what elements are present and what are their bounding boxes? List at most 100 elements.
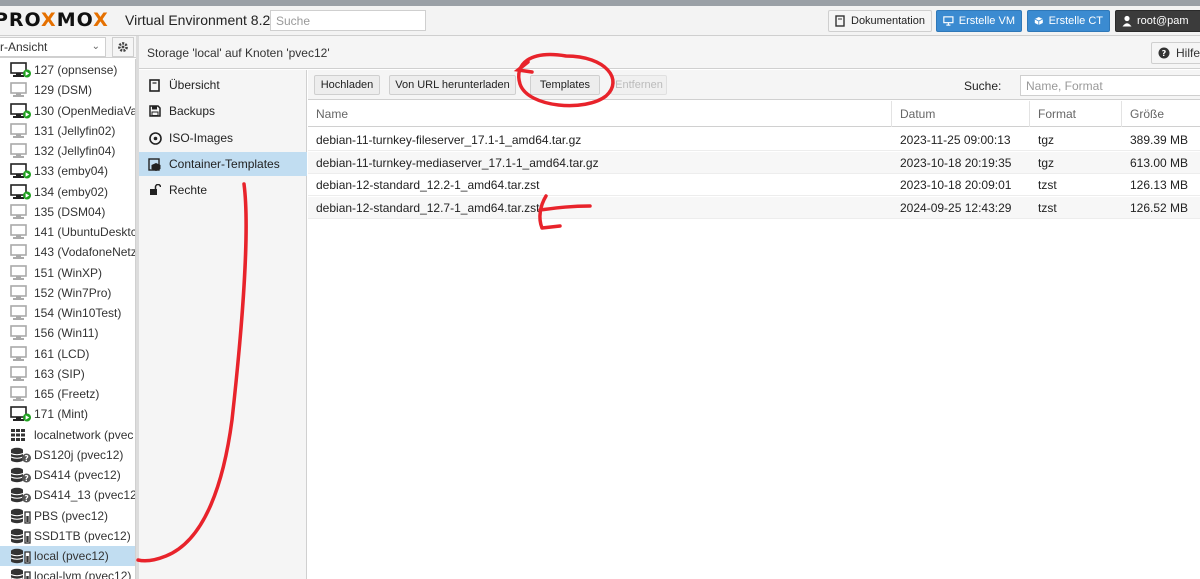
tree-item-131-jellyfin02[interactable]: 131 (Jellyfin02) bbox=[0, 121, 135, 141]
subnav-item-label: ISO-Images bbox=[169, 131, 234, 145]
tree-item-161-lcd[interactable]: 161 (LCD) bbox=[0, 344, 135, 364]
storage-icon bbox=[10, 568, 32, 579]
tree-item-165-freetz[interactable]: 165 (Freetz) bbox=[0, 384, 135, 404]
subnav-item-container-templates[interactable]: Container-Templates bbox=[139, 152, 307, 176]
vm-stopped-icon bbox=[10, 325, 32, 341]
download-from-url-button[interactable]: Von URL herunterladen bbox=[389, 75, 516, 95]
template-search-input[interactable] bbox=[1020, 75, 1200, 96]
tree-item-143-vodafonenetz[interactable]: 143 (VodafoneNetz bbox=[0, 242, 135, 262]
tree-item-label: 133 (emby04) bbox=[34, 164, 109, 179]
subnav-item-label: Backups bbox=[169, 104, 216, 118]
tree-item-ds414-pvec12[interactable]: ? DS414 (pvec12) bbox=[0, 465, 135, 485]
tree-item-135-dsm04[interactable]: 135 (DSM04) bbox=[0, 202, 135, 222]
cell-format: tgz bbox=[1038, 133, 1055, 147]
column-header-size[interactable]: Größe bbox=[1122, 101, 1200, 127]
tree-item-163-sip[interactable]: 163 (SIP) bbox=[0, 364, 135, 384]
subnav-item-rechte[interactable]: Rechte bbox=[139, 178, 307, 202]
floppy-icon bbox=[148, 104, 162, 118]
tree-item-141-ubuntudesktc[interactable]: 141 (UbuntuDesktc bbox=[0, 222, 135, 242]
chevron-down-icon: ⌄ bbox=[91, 41, 100, 52]
cube-icon bbox=[1034, 17, 1043, 25]
tree-item-127-opnsense[interactable]: 127 (opnsense) bbox=[0, 60, 135, 80]
tree-item-ds120j-pvec12[interactable]: ? DS120j (pvec12) bbox=[0, 445, 135, 465]
tree-item-ds414-13-pvec12[interactable]: ? DS414_13 (pvec12) bbox=[0, 485, 135, 505]
table-row[interactable]: debian-11-turnkey-mediaserver_17.1-1_amd… bbox=[308, 151, 1200, 174]
gear-button[interactable] bbox=[112, 37, 134, 57]
create-vm-label: Erstelle VM bbox=[958, 15, 1015, 27]
vm-stopped-icon bbox=[10, 224, 32, 240]
vm-stopped-icon bbox=[10, 386, 32, 402]
tree-item-129-dsm[interactable]: 129 (DSM) bbox=[0, 80, 135, 100]
vm-stopped-icon bbox=[10, 143, 32, 159]
vm-running-icon bbox=[10, 163, 32, 179]
tree-item-132-jellyfin04[interactable]: 132 (Jellyfin04) bbox=[0, 141, 135, 161]
svg-text:?: ? bbox=[24, 454, 28, 463]
tree-item-ssd1tb-pvec12[interactable]: SSD1TB (pvec12) bbox=[0, 526, 135, 546]
cell-name: debian-11-turnkey-fileserver_17.1-1_amd6… bbox=[316, 133, 582, 147]
tree-item-pbs-pvec12[interactable]: PBS (pvec12) bbox=[0, 506, 135, 526]
tree-item-label: 135 (DSM04) bbox=[34, 204, 106, 219]
container-icon bbox=[148, 157, 162, 171]
subnav-item-label: Rechte bbox=[169, 183, 208, 197]
storage-unknown-icon: ? bbox=[10, 487, 32, 503]
documentation-label: Dokumentation bbox=[851, 15, 925, 27]
cell-date: 2023-10-18 20:19:35 bbox=[900, 155, 1012, 170]
cell-size: 126.13 MB bbox=[1130, 178, 1189, 192]
vm-stopped-icon bbox=[10, 203, 32, 220]
view-select[interactable]: r-Ansicht ⌄ bbox=[0, 37, 106, 57]
svg-text:?: ? bbox=[24, 494, 28, 503]
unlock-icon bbox=[148, 183, 162, 197]
subnav-item-iso-images[interactable]: ISO-Images bbox=[139, 126, 307, 150]
table-row[interactable]: debian-12-standard_12.7-1_amd64.tar.zst 2… bbox=[308, 196, 1200, 219]
tree-item-label: DS414 (pvec12) bbox=[34, 468, 121, 482]
vm-stopped-icon bbox=[10, 365, 32, 382]
tree-item-130-openmediava[interactable]: 130 (OpenMediaVa bbox=[0, 101, 135, 121]
upload-button[interactable]: Hochladen bbox=[314, 75, 380, 95]
tree-item-156-win11[interactable]: 156 (Win11) bbox=[0, 323, 135, 343]
table-row[interactable]: debian-12-standard_12.2-1_amd64.tar.zst 2… bbox=[308, 174, 1200, 196]
user-menu-button[interactable]: root@pam bbox=[1115, 10, 1200, 32]
vm-running-icon bbox=[10, 406, 32, 422]
tree-item-label: 141 (UbuntuDesktc bbox=[34, 225, 135, 239]
tree-item-152-win7pro[interactable]: 152 (Win7Pro) bbox=[0, 283, 135, 303]
cell-format: tzst bbox=[1038, 200, 1057, 215]
proxmox-logo[interactable]: PROXMOX bbox=[0, 9, 109, 31]
column-header-format[interactable]: Format bbox=[1030, 101, 1122, 127]
templates-toolbar: Hochladen Von URL herunterladen Template… bbox=[308, 70, 1200, 100]
tree-item-label: localnetwork (pvec bbox=[34, 427, 134, 442]
column-header-date[interactable]: Datum bbox=[892, 101, 1030, 127]
tree-item-label: 151 (WinXP) bbox=[34, 265, 103, 280]
tree-item-label: 129 (DSM) bbox=[34, 83, 93, 98]
templates-button[interactable]: Templates bbox=[530, 75, 600, 95]
tree-item-label: 165 (Freetz) bbox=[34, 387, 100, 401]
documentation-button[interactable]: Dokumentation bbox=[828, 10, 932, 32]
tree-item-171-mint[interactable]: 171 (Mint) bbox=[0, 404, 135, 424]
tree-item-133-emby04[interactable]: 133 (emby04) bbox=[0, 161, 135, 181]
column-header-name[interactable]: Name bbox=[308, 101, 892, 127]
create-ct-button[interactable]: Erstelle CT bbox=[1027, 10, 1110, 32]
vm-running-icon bbox=[10, 102, 32, 119]
question-circle-icon: ? bbox=[1158, 47, 1170, 59]
tree-item-label: 163 (SIP) bbox=[34, 366, 85, 381]
remove-button[interactable]: Entfernen bbox=[611, 75, 667, 95]
global-search-input[interactable] bbox=[270, 10, 426, 31]
tree-item-local-lvm-pvec12[interactable]: local-lvm (pvec12) bbox=[0, 566, 135, 579]
tree-item-localnetwork-pvec[interactable]: localnetwork (pvec bbox=[0, 425, 135, 445]
tree-item-label: SSD1TB (pvec12) bbox=[34, 528, 131, 543]
subnav-item-bersicht[interactable]: Übersicht bbox=[139, 73, 307, 97]
resource-tree-header: r-Ansicht ⌄ bbox=[0, 36, 136, 58]
create-vm-button[interactable]: Erstelle VM bbox=[936, 10, 1022, 32]
storage-unknown-icon: ? bbox=[10, 467, 32, 483]
vm-stopped-icon bbox=[10, 122, 32, 139]
tree-item-154-win10test[interactable]: 154 (Win10Test) bbox=[0, 303, 135, 323]
tree-item-134-emby02[interactable]: 134 (emby02) bbox=[0, 182, 135, 202]
tree-item-label: local-lvm (pvec12) bbox=[34, 569, 132, 579]
tree-item-151-winxp[interactable]: 151 (WinXP) bbox=[0, 263, 135, 283]
cell-size: 613.00 MB bbox=[1130, 155, 1189, 170]
tree-item-label: DS120j (pvec12) bbox=[34, 447, 124, 462]
table-row[interactable]: debian-11-turnkey-fileserver_17.1-1_amd6… bbox=[308, 129, 1200, 151]
help-button[interactable]: ? Hilfe bbox=[1151, 42, 1200, 64]
subnav-item-backups[interactable]: Backups bbox=[139, 99, 307, 123]
tree-item-label: 130 (OpenMediaVa bbox=[34, 103, 135, 118]
tree-item-local-pvec12[interactable]: local (pvec12) bbox=[0, 546, 135, 566]
